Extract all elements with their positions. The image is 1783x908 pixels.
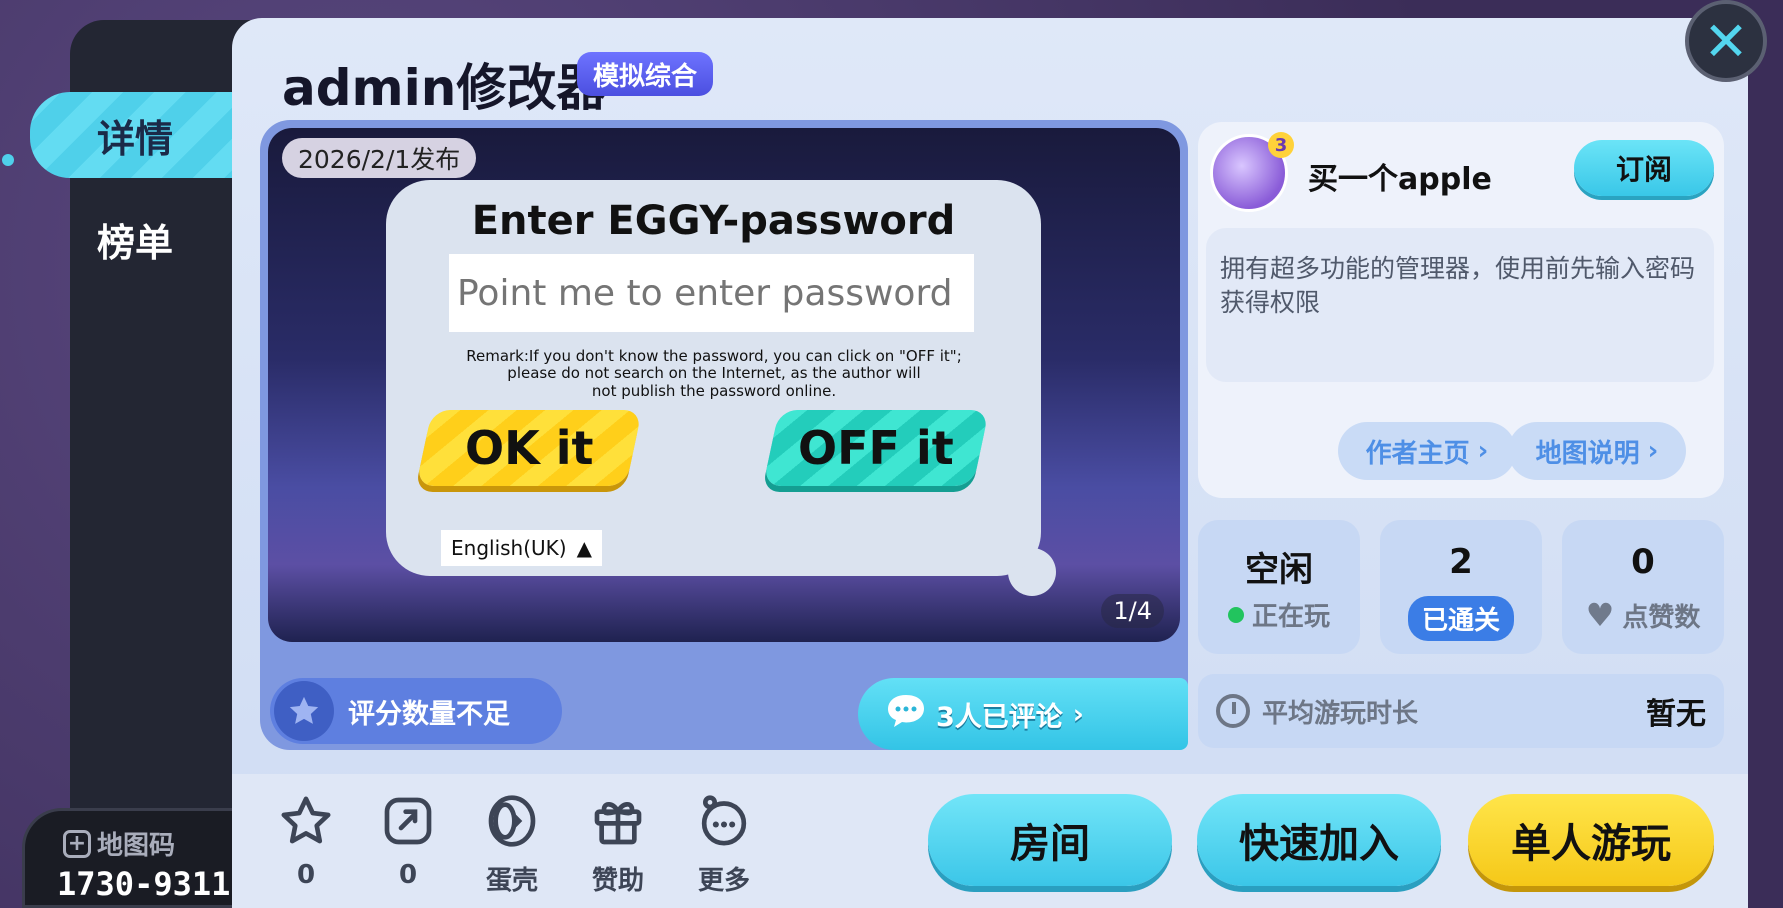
eggshell-icon <box>483 792 541 850</box>
ok-button-label: OK it <box>464 421 594 475</box>
avg-playtime-value: 暂无 <box>1646 697 1706 732</box>
more-label: 更多 <box>697 866 750 896</box>
solo-play-button[interactable]: 单人游玩 <box>1468 794 1714 886</box>
stat-label: 已通关 <box>1407 596 1514 641</box>
chevron-right-icon: › <box>1477 436 1489 466</box>
share-count: 0 <box>398 860 418 890</box>
page-title: admin修改器 <box>282 59 607 117</box>
more-action[interactable]: 更多 <box>684 792 764 897</box>
map-description: 拥有超多功能的管理器，使用前先输入密码获得权限 <box>1206 228 1714 382</box>
map-code-label-row: + 地图码 <box>63 825 175 862</box>
heart-icon: ♥ <box>1585 596 1615 634</box>
remark-text: Remark:If you don't know the password, y… <box>464 347 964 400</box>
chevron-right-icon: › <box>1647 436 1659 466</box>
speech-bubble-icon <box>886 693 926 736</box>
triangle-up-icon: ▲ <box>576 536 592 560</box>
ok-button[interactable]: OK it <box>415 410 643 486</box>
stat-cleared: 2 已通关 <box>1380 520 1542 654</box>
rating-text: 评分数量不足 <box>348 698 510 730</box>
remark-line: not publish the password online. <box>591 381 837 400</box>
close-button[interactable]: ✕ <box>1685 0 1767 82</box>
author-page-button[interactable]: 作者主页 › <box>1338 422 1516 480</box>
eggshell-label: 蛋壳 <box>485 866 538 896</box>
stat-likes: 0 ♥ 点赞数 <box>1562 520 1724 654</box>
password-input[interactable] <box>449 254 974 332</box>
stat-playing: 空闲 正在玩 <box>1198 520 1360 654</box>
author-name[interactable]: 买一个apple <box>1308 154 1492 198</box>
stat-value: 2 <box>1449 542 1473 582</box>
password-dialog: Enter EGGY-password Remark:If you don't … <box>386 180 1041 576</box>
online-dot-icon <box>1227 606 1244 623</box>
publish-date: 2026/2/1发布 <box>282 138 477 178</box>
category-tag: 模拟综合 <box>577 52 714 96</box>
stat-value: 0 <box>1631 542 1655 582</box>
plus-icon: + <box>63 829 91 858</box>
subscribe-button[interactable]: 订阅 <box>1574 140 1714 196</box>
detail-panel: admin修改器 模拟综合 2026/2/1发布 Enter EGGY-pass… <box>232 18 1748 908</box>
language-value: English(UK) <box>451 536 567 560</box>
stat-value: 空闲 <box>1245 550 1313 590</box>
map-code-label: 地图码 <box>97 831 176 861</box>
eggshell-action[interactable]: 蛋壳 <box>472 792 552 897</box>
stat-label: 正在玩 <box>1251 602 1330 632</box>
off-button[interactable]: OFF it <box>762 410 990 486</box>
stat-label: 点赞数 <box>1622 602 1701 633</box>
remark-line: Remark:If you don't know the password, y… <box>466 347 962 365</box>
room-button[interactable]: 房间 <box>928 794 1172 886</box>
star-action[interactable]: 0 <box>266 792 346 890</box>
stat-label-row: ♥ 点赞数 <box>1586 596 1701 634</box>
close-icon: ✕ <box>1703 9 1749 73</box>
comments-button[interactable]: 3人已评论 › <box>858 678 1188 750</box>
quick-join-button[interactable]: 快速加入 <box>1197 794 1441 886</box>
avatar-level-badge: 3 <box>1268 132 1294 158</box>
dialog-dot <box>1018 576 1036 594</box>
sponsor-action[interactable]: 赞助 <box>578 792 658 897</box>
author-page-label: 作者主页 <box>1365 438 1470 469</box>
avg-playtime-label: 平均游玩时长 <box>1262 698 1419 729</box>
star-icon <box>277 792 335 850</box>
star-icon <box>274 681 334 741</box>
off-button-label: OFF it <box>798 421 954 475</box>
screenshot-carousel[interactable]: 2026/2/1发布 Enter EGGY-password Remark:If… <box>268 128 1180 642</box>
map-code-value: 1730-9311 <box>57 865 231 903</box>
sponsor-label: 赞助 <box>591 866 644 896</box>
clock-icon <box>1216 694 1250 728</box>
more-icon <box>695 792 753 850</box>
gift-icon <box>589 792 647 850</box>
page-indicator: 1/4 <box>1101 594 1164 628</box>
stat-label-row: 已通关 <box>1407 596 1514 641</box>
tab-leaderboard[interactable]: 榜单 <box>30 196 240 282</box>
share-icon <box>379 792 437 850</box>
map-info-button[interactable]: 地图说明 › <box>1508 422 1686 480</box>
rating-pill[interactable]: 评分数量不足 <box>270 678 562 744</box>
chevron-right-icon: › <box>1072 698 1084 730</box>
avg-playtime-row: 平均游玩时长 暂无 <box>1198 674 1724 748</box>
remark-line: please do not search on the Internet, as… <box>507 364 921 383</box>
dialog-title: Enter EGGY-password <box>471 198 956 244</box>
comments-count: 3人已评论 <box>936 701 1063 733</box>
active-indicator-dot <box>2 154 14 166</box>
share-action[interactable]: 0 <box>368 792 448 890</box>
star-count: 0 <box>296 860 316 890</box>
tab-details[interactable]: 详情 <box>30 92 240 178</box>
author-card: 3 买一个apple 订阅 拥有超多功能的管理器，使用前先输入密码获得权限 作者… <box>1198 122 1724 498</box>
language-select[interactable]: English(UK) ▲ <box>441 530 602 566</box>
map-code-box[interactable]: + 地图码 1730-9311 <box>22 808 252 908</box>
media-frame: 2026/2/1发布 Enter EGGY-password Remark:If… <box>260 120 1188 750</box>
stat-label-row: 正在玩 <box>1227 596 1330 633</box>
map-info-label: 地图说明 <box>1535 438 1640 469</box>
